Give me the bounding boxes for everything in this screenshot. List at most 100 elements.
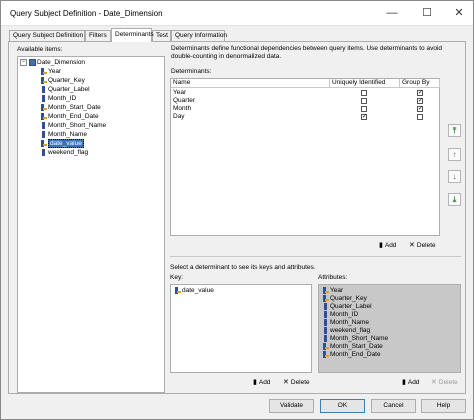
uniquely-identified-checkbox[interactable] [361,98,367,104]
maximize-icon[interactable]: ☐ [419,6,435,20]
determinants-label: Determinants: [171,68,212,75]
attribute-list-item[interactable]: Quarter_Key [322,295,367,303]
attribute-icon [40,149,47,156]
key-list[interactable]: date_value [170,284,312,373]
attribute-list-item[interactable]: Month_ID [322,311,358,319]
attribute-icon [322,303,329,310]
tab-query-information[interactable]: Query Information [171,30,227,41]
column-header-group-by[interactable]: Group By [400,79,440,88]
group-by-checkbox[interactable] [417,114,423,120]
key-label: Key: [170,274,184,281]
move-up-button[interactable]: ↑ [448,148,461,161]
cancel-button[interactable]: Cancel [371,399,416,413]
determinants-grid[interactable]: Name Uniquely Identified Group By Year ✓… [170,78,440,236]
attribute-list-item[interactable]: Quarter_Label [322,303,372,311]
close-icon[interactable]: ✕ [451,6,467,20]
determinant-add-button[interactable]: ▮ Add [379,241,396,251]
key-attribute-icon [40,104,47,111]
move-to-top-button[interactable]: ⤒ [448,124,461,137]
add-icon: ▮ [253,379,257,386]
tree-item[interactable]: Month_Short_Name [40,122,106,130]
tree-item[interactable]: weekend_flag [40,149,88,157]
tree-item[interactable]: Year [40,68,61,76]
key-attribute-icon [322,287,329,294]
uniquely-identified-checkbox[interactable]: ✓ [361,114,367,120]
available-items-tree[interactable]: − Date_Dimension Year Quarter_Key Quarter… [17,56,165,393]
section-divider [170,256,461,257]
key-attribute-icon [174,287,181,294]
determinants-description: Determinants define functional dependenc… [171,45,442,60]
delete-icon: ✕ [283,379,289,386]
attribute-list-item[interactable]: weekend_flag [322,327,370,335]
delete-icon: ✕ [409,242,415,249]
tab-test[interactable]: Test [152,30,171,41]
key-attribute-icon [40,68,47,75]
tab-query-subject-definition[interactable]: Query Subject Definition [9,30,85,41]
tree-item[interactable]: Month_Name [40,131,87,139]
tree-item[interactable]: Month_ID [40,95,76,103]
determinants-panel: Available items: − Date_Dimension Year Qu… [8,41,466,394]
attribute-list-item[interactable]: Month_End_Date [322,351,381,359]
tree-item[interactable]: Quarter_Label [40,86,90,94]
group-by-checkbox[interactable]: ✓ [417,106,423,112]
validate-button[interactable]: Validate [269,399,314,413]
tab-determinants[interactable]: Determinants [111,28,154,42]
key-add-button[interactable]: ▮ Add [253,378,270,388]
key-attribute-icon [40,77,47,84]
attribute-list-item[interactable]: Month_Short_Name [322,335,388,343]
tree-item[interactable]: Month_End_Date [40,113,99,121]
attribute-add-button[interactable]: ▮ Add [402,378,419,388]
determinant-row-name[interactable]: Day [171,113,185,121]
attributes-label: Attributes: [318,274,348,281]
key-delete-button[interactable]: ✕ Delete [283,378,310,388]
key-attribute-icon [322,295,329,302]
column-header-uniquely-identified[interactable]: Uniquely Identified [330,79,400,88]
minimize-icon[interactable]: — [384,6,400,20]
available-items-label: Available items: [17,46,63,53]
delete-icon: ✕ [431,379,437,386]
ok-button[interactable]: OK [320,399,365,413]
uniquely-identified-checkbox[interactable] [361,90,367,96]
attribute-icon [322,311,329,318]
attribute-icon [322,319,329,326]
determinant-row-name[interactable]: Month [171,105,191,113]
tree-item[interactable]: Quarter_Key [40,77,85,85]
collapse-icon[interactable]: − [20,59,27,66]
help-button[interactable]: Help [421,399,466,413]
tree-item[interactable]: Month_Start_Date [40,104,101,112]
query-subject-icon [29,59,36,66]
attribute-delete-button[interactable]: ✕ Delete [431,378,458,388]
attribute-list-item[interactable]: Month_Start_Date [322,343,383,351]
determinant-delete-button[interactable]: ✕ Delete [409,241,436,251]
title-bar: Query Subject Definition - Date_Dimensio… [1,1,473,26]
determinant-row-name[interactable]: Year [171,89,186,97]
attributes-list[interactable]: Year Quarter_Key Quarter_Label Month_ID … [318,284,461,373]
key-attribute-icon [40,113,47,120]
group-by-checkbox[interactable]: ✓ [417,98,423,104]
tree-item-selected[interactable]: date_value [40,139,84,149]
attribute-list-item[interactable]: Year [322,287,343,295]
tab-filters[interactable]: Filters [85,30,111,41]
key-attribute-icon [322,343,329,350]
determinant-row-name[interactable]: Quarter [171,97,195,105]
uniquely-identified-checkbox[interactable] [361,106,367,112]
query-subject-definition-dialog: Query Subject Definition - Date_Dimensio… [0,0,474,420]
attribute-icon [40,86,47,93]
select-determinant-hint: Select a determinant to see its keys and… [170,264,316,271]
key-list-item[interactable]: date_value [174,287,214,295]
attribute-icon [40,95,47,102]
column-header-name[interactable]: Name [171,79,330,88]
attribute-icon [40,122,47,129]
key-attribute-icon [40,140,47,147]
group-by-checkbox[interactable]: ✓ [417,90,423,96]
add-icon: ▮ [379,242,383,249]
attribute-icon [40,131,47,138]
attribute-icon [322,335,329,342]
move-to-bottom-button[interactable]: ⤓ [448,193,461,206]
key-attribute-icon [322,351,329,358]
window-title: Query Subject Definition - Date_Dimensio… [10,9,163,18]
add-icon: ▮ [402,379,406,386]
move-down-button[interactable]: ↓ [448,170,461,183]
tree-root[interactable]: − Date_Dimension [20,59,85,67]
attribute-list-item[interactable]: Month_Name [322,319,369,327]
